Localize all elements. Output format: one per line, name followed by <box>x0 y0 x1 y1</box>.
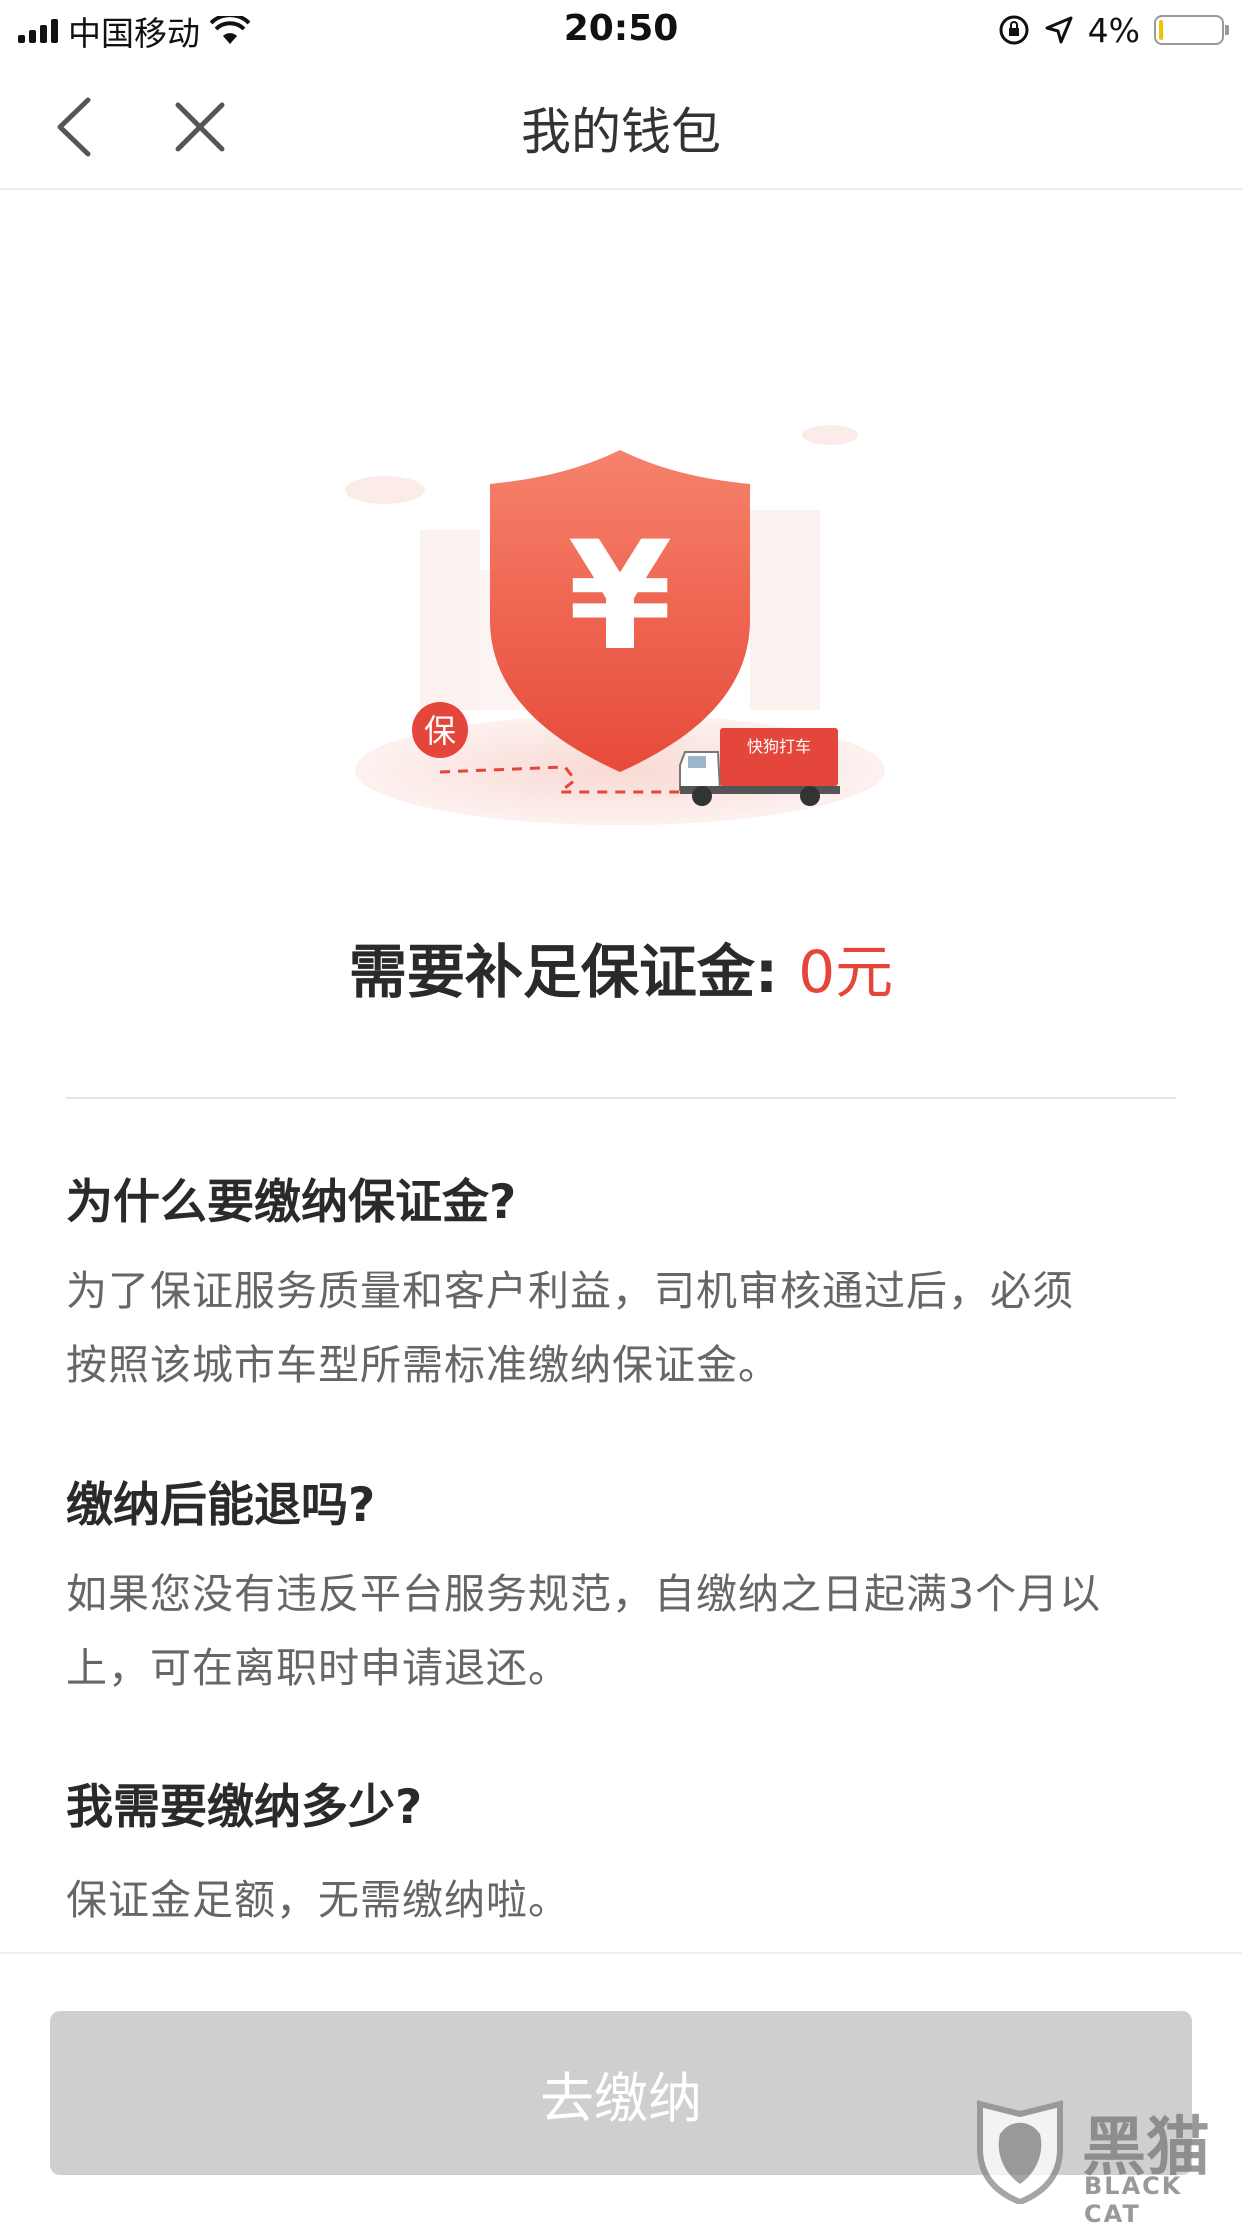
faq-answer: 为了保证服务质量和客户利益，司机审核通过后，必须 按照该城市车型所需标准缴纳保证… <box>66 1254 1186 1402</box>
faq-answer-line: 如果您没有违反平台服务规范，自缴纳之日起满3个月以 <box>66 1570 1102 1618</box>
faq-answer-line: 按照该城市车型所需标准缴纳保证金。 <box>66 1341 780 1389</box>
badge-label: 保 <box>424 712 456 750</box>
summary-amount: 0元 <box>798 938 894 1006</box>
orientation-lock-icon <box>999 15 1029 45</box>
page-title: 我的钱包 <box>521 103 721 161</box>
battery-percent: 4% <box>1087 10 1140 50</box>
faq-answer-line: 保证金足额，无需缴纳啦。 <box>66 1876 570 1924</box>
watermark: 黑猫 BLACK CAT <box>970 2090 1242 2228</box>
faq-question: 为什么要缴纳保证金? <box>66 1175 517 1230</box>
location-arrow-icon <box>1045 16 1073 44</box>
black-cat-logo-icon <box>977 2100 1063 2204</box>
truck-label: 快狗打车 <box>747 737 811 756</box>
watermark-en: BLACK CAT <box>1084 2172 1183 2228</box>
deposit-summary: 需要补足保证金: 0元 <box>0 925 1242 1009</box>
divider <box>66 1097 1176 1099</box>
status-right: 4% <box>998 8 1229 52</box>
faq-answer: 保证金足额，无需缴纳啦。 <box>66 1863 1186 1937</box>
nav-bar: 我的钱包 <box>0 62 1242 190</box>
faq-answer: 如果您没有违反平台服务规范，自缴纳之日起满3个月以 上，可在离职时申请退还。 <box>66 1557 1186 1705</box>
summary-label: 需要补足保证金: <box>348 938 779 1006</box>
faq-question: 我需要缴纳多少? <box>66 1780 423 1835</box>
faq-question: 缴纳后能退吗? <box>66 1478 376 1533</box>
bottom-separator <box>0 1952 1242 1954</box>
deposit-shield-illustration: ¥ 保 快狗打车 <box>345 425 885 825</box>
faq-answer-line: 为了保证服务质量和客户利益，司机审核通过后，必须 <box>66 1267 1074 1315</box>
battery-icon <box>1154 15 1229 45</box>
status-bar: 中国移动 20:50 4% <box>0 0 1242 62</box>
faq-answer-line: 上，可在离职时申请退还。 <box>66 1644 570 1692</box>
yen-symbol: ¥ <box>568 510 672 684</box>
